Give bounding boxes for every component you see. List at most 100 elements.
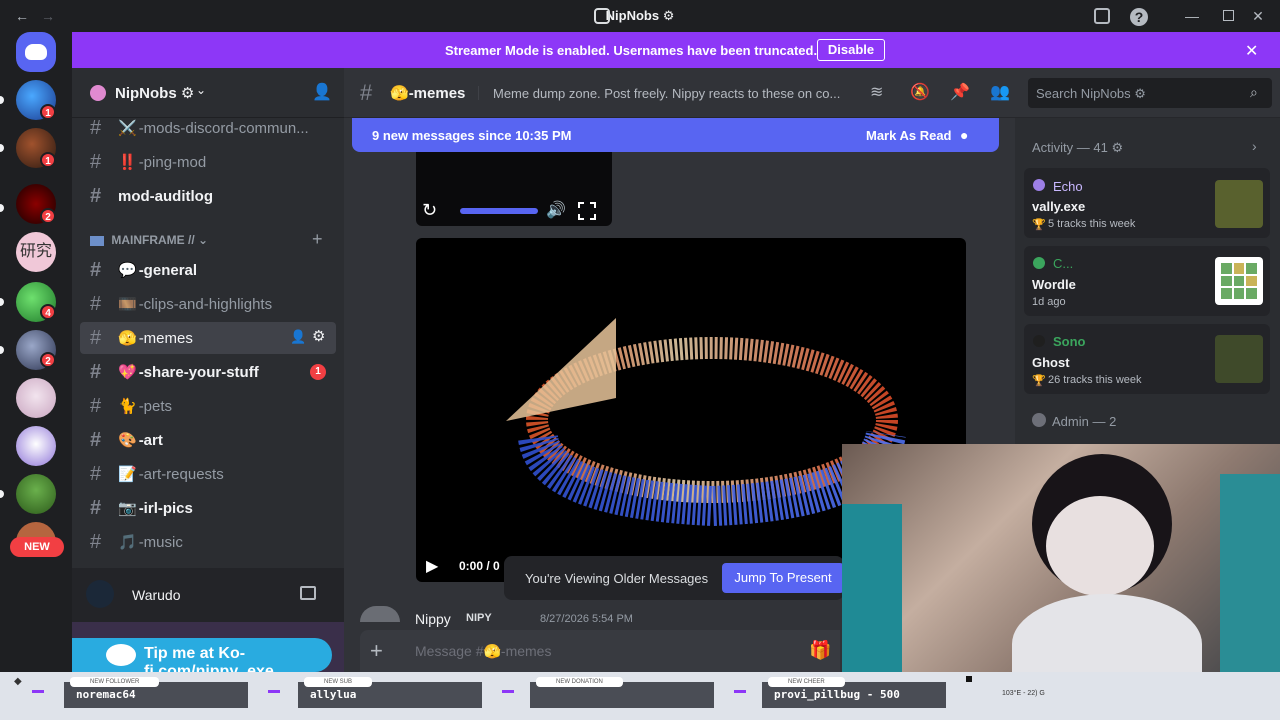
channel-name: -mods-discord-commun... [138, 119, 309, 137]
channel-memes[interactable]: # 🫣 -memes 👤 ⚙ [80, 322, 336, 354]
guild-header[interactable]: NipNobs ⚙ ⌄ 👤 [72, 68, 344, 118]
activity-sub: 1d ago [1032, 296, 1066, 308]
server-icon [594, 8, 610, 24]
channel-name: -share-your-stuff [138, 363, 259, 381]
help-icon[interactable]: ? [1130, 8, 1148, 26]
channel-emoji: 🫣 [118, 330, 137, 347]
maximize-icon[interactable] [1223, 10, 1234, 21]
close-window-icon[interactable]: ✕ [1248, 6, 1268, 26]
member-list-icon[interactable]: 👥 [990, 82, 1010, 102]
activity-card[interactable]: C... Wordle 1d ago [1024, 246, 1270, 316]
channel-art[interactable]: # 🎨 -art [80, 424, 336, 456]
server-icon-8[interactable] [16, 426, 56, 466]
channel-art-requests[interactable]: # 📝 -art-requests [80, 458, 336, 490]
gift-icon[interactable]: 🎁 [809, 640, 831, 661]
channel-emoji: 🐈 [118, 398, 137, 415]
stream-icon[interactable] [300, 586, 316, 600]
volume-slider[interactable] [460, 208, 538, 214]
channel-name: -music [138, 533, 183, 551]
channel-title: 🫣-memes [390, 84, 465, 102]
replay-icon[interactable]: ↻ [422, 200, 437, 221]
user-tag: NIPY [466, 612, 492, 624]
play-icon[interactable]: ▶ [426, 556, 438, 576]
threads-icon[interactable]: ≋ [870, 82, 883, 102]
channel-name: -clips-and-highlights [138, 295, 273, 313]
wordle-icon [1215, 257, 1263, 305]
minimize-icon[interactable]: — [1182, 6, 1202, 26]
new-badge: NEW [10, 537, 64, 557]
message-composer[interactable]: + Message #🫣-memes [360, 630, 840, 672]
category-mainframe[interactable]: MAINFRAME // ⌄ [90, 233, 208, 247]
server-icon-4[interactable]: 研究 [16, 232, 56, 272]
category-name: MAINFRAME // [111, 233, 195, 247]
channel-emoji: 💖 [118, 364, 137, 381]
inbox-icon[interactable] [1094, 8, 1110, 24]
volume-icon[interactable]: 🔊 [546, 200, 566, 220]
alert-value: provi_pillbug - 500 [774, 688, 900, 701]
alert-marker [734, 690, 746, 693]
message-input[interactable]: Message #🫣-memes [415, 643, 551, 660]
add-channel-icon[interactable]: + [312, 229, 323, 250]
video-time: 0:00 / 0 [459, 559, 500, 573]
channel-general[interactable]: # 💬 -general [80, 254, 336, 286]
channel-emoji: 📷 [118, 500, 137, 517]
fullscreen-icon[interactable] [578, 202, 596, 220]
trophy-icon: 🏆 [1032, 219, 1046, 231]
channel-ping-mod[interactable]: # ‼️ -ping-mod [80, 146, 336, 178]
chevron-right-icon[interactable]: › [1252, 138, 1257, 154]
channel-music[interactable]: # 🎵 -music [80, 526, 336, 558]
hash-icon: # [90, 496, 102, 519]
message-author[interactable]: Nippy [415, 611, 451, 627]
activity-user: Sono [1053, 334, 1086, 349]
activity-card[interactable]: Sono Ghost 🏆 26 tracks this week [1024, 324, 1270, 394]
channel-share-your-stuff[interactable]: # 💖 -share-your-stuff 1 [80, 356, 336, 388]
channel-title-text: -memes [408, 85, 466, 102]
mark-as-read-button[interactable]: Mark As Read [866, 128, 952, 143]
activity-title: vally.exe [1032, 199, 1086, 214]
alert-value: allylua [310, 688, 357, 701]
channel-emoji: 📝 [118, 466, 137, 483]
webcam-overlay [842, 444, 1280, 682]
channel-irl-pics[interactable]: # 📷 -irl-pics [80, 492, 336, 524]
kofi-text: Tip me at Ko-fi.com/nippy_exe [144, 645, 274, 672]
hash-icon: # [90, 116, 102, 139]
video-player-1[interactable]: ↻ 🔊 [416, 152, 612, 226]
close-banner-icon[interactable]: ✕ [1245, 41, 1258, 61]
hash-icon: # [90, 258, 102, 281]
channel-pets[interactable]: # 🐈 -pets [80, 390, 336, 422]
hash-icon: # [90, 184, 102, 207]
search-input[interactable]: Search NipNobs ⚙ ⌕ [1028, 78, 1272, 108]
avatar [1033, 179, 1045, 191]
alert-marker [268, 690, 280, 693]
title-bar: ← → NipNobs ⚙ ? — ✕ [0, 0, 1280, 32]
gear-icon[interactable]: ⚙ [312, 327, 325, 345]
channel-name: -art [138, 431, 163, 449]
mute-bell-icon[interactable]: 🔕 [910, 82, 930, 102]
disable-button[interactable]: Disable [817, 39, 885, 61]
voice-panel: Warudo [72, 568, 344, 622]
message-timestamp: 8/27/2026 5:54 PM [540, 613, 633, 625]
invite-icon[interactable]: 👤 [290, 329, 306, 345]
direct-messages-icon[interactable] [16, 32, 56, 72]
avatar-face [1046, 496, 1154, 596]
channel-name: -memes [138, 329, 193, 347]
add-member-icon[interactable]: 👤 [312, 82, 332, 102]
new-messages-bar[interactable]: 9 new messages since 10:35 PM Mark As Re… [352, 118, 999, 152]
alert-label: NEW CHEER [768, 677, 845, 687]
channel-emoji: ‼️ [118, 154, 137, 171]
pin-icon[interactable]: 📌 [950, 82, 970, 102]
hash-icon: # [90, 530, 102, 553]
channel-mod-auditlog[interactable]: # mod-auditlog [80, 180, 336, 212]
diamond-icon: ◆ [14, 676, 22, 687]
mention-badge: 1 [310, 364, 326, 380]
channel-topic[interactable]: Meme dump zone. Post freely. Nippy react… [493, 86, 853, 101]
channel-clips[interactable]: # 🎞️ -clips-and-highlights [80, 288, 336, 320]
mark-read-icon: ● [960, 127, 969, 143]
server-icon-9[interactable] [16, 474, 56, 514]
server-icon-7[interactable] [16, 378, 56, 418]
jump-to-present-button[interactable]: Jump To Present [722, 563, 844, 593]
activity-card[interactable]: Echo vally.exe 🏆 5 tracks this week [1024, 168, 1270, 238]
channel-mods-discord[interactable]: # ⚔️ -mods-discord-commun... [80, 112, 336, 144]
channel-emoji: 💬 [118, 262, 137, 279]
add-attachment-icon[interactable]: + [370, 638, 383, 664]
